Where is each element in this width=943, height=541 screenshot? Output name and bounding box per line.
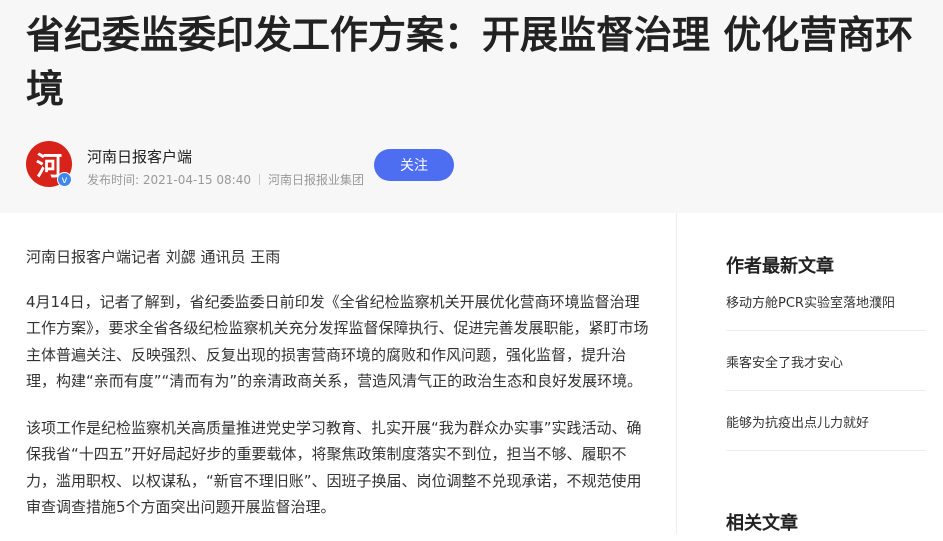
list-divider	[726, 330, 926, 331]
article-byline: 河南日报客户端记者 刘勰 通讯员 王雨	[26, 248, 281, 266]
article-header: 省纪委监委印发工作方案：开展监督治理 优化营商环境 河 v 河南日报客户端 发布…	[0, 0, 943, 213]
article-paragraph: 4月14日，记者了解到，省纪委监委日前印发《全省纪检监察机关开展优化营商环境监督…	[26, 292, 649, 391]
article-meta: 发布时间: 2021-04-15 08:40 河南日报报业集团	[87, 171, 364, 188]
article-paragraph: 该项工作是纪检监察机关高质量推进党史学习教育、扎实开展“我为群众办实事”实践活动…	[26, 418, 642, 517]
publish-time: 发布时间: 2021-04-15 08:40	[87, 173, 251, 187]
follow-button[interactable]: 关注	[374, 149, 454, 181]
latest-article-link[interactable]: 能够为抗疫出点儿力就好	[726, 412, 926, 431]
latest-articles-heading: 作者最新文章	[726, 256, 834, 277]
list-divider	[726, 450, 926, 451]
article-title: 省纪委监委印发工作方案：开展监督治理 优化营商环境	[26, 13, 914, 111]
latest-article-link[interactable]: 移动方舱PCR实验室落地濮阳	[726, 292, 926, 311]
article-body: 河南日报客户端记者 刘勰 通讯员 王雨 4月14日，记者了解到，省纪委监委日前印…	[26, 244, 650, 541]
verified-icon: v	[57, 172, 72, 187]
related-articles-heading: 相关文章	[726, 513, 798, 534]
latest-article-link[interactable]: 乘客安全了我才安心	[726, 352, 926, 371]
author-name[interactable]: 河南日报客户端	[87, 146, 192, 167]
list-divider	[726, 390, 926, 391]
publisher-name: 河南日报报业集团	[268, 173, 365, 187]
meta-separator	[259, 174, 260, 185]
column-divider	[676, 213, 677, 534]
